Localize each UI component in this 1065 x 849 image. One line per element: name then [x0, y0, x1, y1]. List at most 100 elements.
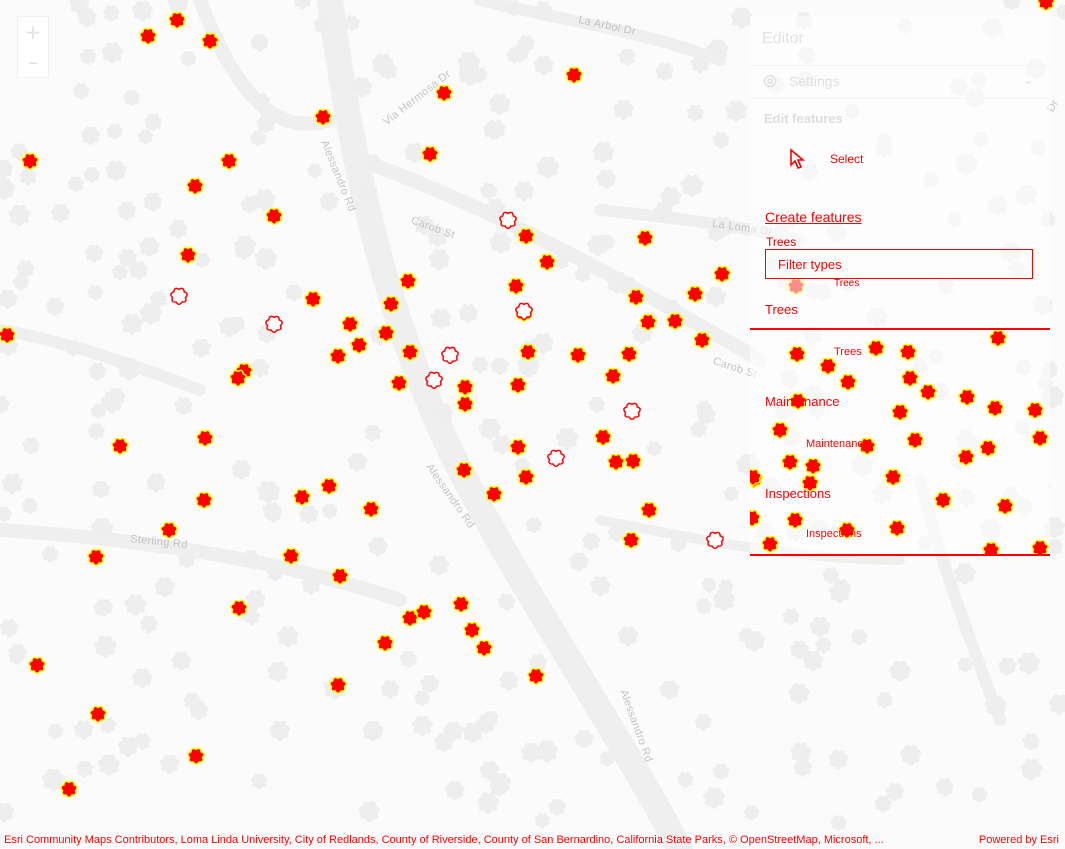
tree-symbol-icon[interactable]: [786, 343, 808, 365]
tree-symbol-icon[interactable]: [618, 343, 640, 365]
tree-symbol-icon[interactable]: [759, 533, 781, 555]
tree-symbol-icon[interactable]: [525, 665, 547, 687]
attribution-text[interactable]: Esri Community Maps Contributors, Loma L…: [4, 831, 964, 849]
tree-symbol-icon[interactable]: [1024, 399, 1046, 421]
filter-types-input[interactable]: [765, 249, 1033, 279]
tree-symbol-icon[interactable]: [637, 311, 659, 333]
tree-symbol-icon[interactable]: [889, 401, 911, 423]
tree-symbol-icon[interactable]: [1029, 537, 1050, 556]
tree-symbol-icon[interactable]: [263, 205, 285, 227]
select-button[interactable]: Select: [766, 140, 1048, 180]
tree-symbol-icon[interactable]: [932, 489, 954, 511]
tree-symbol-icon[interactable]: [977, 437, 999, 459]
tree-symbol-icon[interactable]: [380, 293, 402, 315]
tree-symbol-icon[interactable]: [980, 539, 1002, 556]
tree-symbol-icon[interactable]: [19, 150, 41, 172]
tree-symbol-icon[interactable]: [199, 30, 221, 52]
tree-symbol-icon[interactable]: [691, 329, 713, 351]
tree-symbol-icon[interactable]: [917, 381, 939, 403]
tree-symbol-icon[interactable]: [419, 143, 441, 165]
tree-symbol-icon[interactable]: [750, 466, 764, 488]
tree-symbol-icon[interactable]: [194, 427, 216, 449]
tree-symbol-icon[interactable]: [592, 426, 614, 448]
tree-symbol-icon[interactable]: [280, 545, 302, 567]
tree-symbol-icon[interactable]: [453, 459, 475, 481]
tree-symbol-icon[interactable]: [507, 436, 529, 458]
tree-symbol-icon[interactable]: [634, 227, 656, 249]
tree-symbol-icon[interactable]: [184, 175, 206, 197]
powered-by-esri[interactable]: Powered by Esri: [979, 831, 1059, 849]
tree-symbol-icon[interactable]: [515, 466, 537, 488]
tree-symbol-icon[interactable]: [312, 106, 334, 128]
tree-symbol-icon[interactable]: [497, 209, 519, 231]
tree-symbol-icon[interactable]: [263, 313, 285, 335]
tree-symbol-icon[interactable]: [327, 345, 349, 367]
tree-symbol-icon[interactable]: [26, 654, 48, 676]
tree-symbol-icon[interactable]: [228, 597, 250, 619]
template-item-inspections[interactable]: Inspections: [806, 528, 862, 540]
tree-symbol-icon[interactable]: [168, 285, 190, 307]
tree-symbol-icon[interactable]: [227, 367, 249, 389]
tree-symbol-icon[interactable]: [433, 82, 455, 104]
tree-symbol-icon[interactable]: [399, 341, 421, 363]
tree-symbol-icon[interactable]: [622, 450, 644, 472]
tree-symbol-icon[interactable]: [439, 344, 461, 366]
zoom-out-button[interactable]: –: [18, 47, 48, 77]
tree-symbol-icon[interactable]: [886, 517, 908, 539]
tree-symbol-icon[interactable]: [193, 489, 215, 511]
tree-symbol-icon[interactable]: [517, 341, 539, 363]
tree-symbol-icon[interactable]: [602, 365, 624, 387]
tree-symbol-icon[interactable]: [567, 344, 589, 366]
tree-symbol-icon[interactable]: [1047, 477, 1050, 499]
tree-symbol-icon[interactable]: [109, 435, 131, 457]
tree-symbol-icon[interactable]: [360, 498, 382, 520]
tree-symbol-icon[interactable]: [779, 451, 801, 473]
tree-symbol-icon[interactable]: [483, 483, 505, 505]
tree-symbol-icon[interactable]: [563, 64, 585, 86]
tree-symbol-icon[interactable]: [987, 328, 1009, 349]
tree-symbol-icon[interactable]: [218, 150, 240, 172]
tree-symbol-icon[interactable]: [505, 275, 527, 297]
tree-symbol-icon[interactable]: [177, 244, 199, 266]
tree-symbol-icon[interactable]: [302, 288, 324, 310]
tree-symbol-icon[interactable]: [327, 674, 349, 696]
tree-symbol-icon[interactable]: [664, 310, 686, 332]
template-item-maintenance[interactable]: Maintenance: [806, 438, 869, 450]
settings-expander[interactable]: Settings ⌄: [750, 65, 1050, 99]
tree-symbol-icon[interactable]: [638, 499, 660, 521]
tree-symbol-icon[interactable]: [374, 632, 396, 654]
tree-symbol-icon[interactable]: [904, 429, 926, 451]
tree-symbol-icon[interactable]: [882, 466, 904, 488]
tree-symbol-icon[interactable]: [473, 637, 495, 659]
tree-symbol-icon[interactable]: [318, 475, 340, 497]
tree-symbol-icon[interactable]: [750, 507, 763, 529]
tree-symbol-icon[interactable]: [817, 355, 839, 377]
tree-symbol-icon[interactable]: [291, 486, 313, 508]
tree-symbol-icon[interactable]: [507, 374, 529, 396]
tree-symbol-icon[interactable]: [348, 334, 370, 356]
tree-symbol-icon[interactable]: [388, 372, 410, 394]
tree-symbol-icon[interactable]: [784, 509, 806, 531]
tree-symbol-icon[interactable]: [897, 341, 919, 363]
tree-symbol-icon[interactable]: [711, 263, 733, 285]
tree-symbol-icon[interactable]: [621, 400, 643, 422]
tree-symbol-icon[interactable]: [684, 283, 706, 305]
tree-symbol-icon[interactable]: [994, 495, 1016, 517]
tree-symbol-icon[interactable]: [339, 313, 361, 335]
tree-symbol-icon[interactable]: [1035, 0, 1057, 13]
tree-symbol-icon[interactable]: [87, 703, 109, 725]
tree-symbol-icon[interactable]: [536, 251, 558, 273]
tree-symbol-icon[interactable]: [329, 565, 351, 587]
tree-symbol-icon[interactable]: [397, 270, 419, 292]
tree-symbol-icon[interactable]: [166, 9, 188, 31]
tree-symbol-icon[interactable]: [865, 337, 887, 359]
tree-symbol-icon[interactable]: [625, 286, 647, 308]
tree-symbol-icon[interactable]: [85, 546, 107, 568]
tree-symbol-icon[interactable]: [513, 300, 535, 322]
tree-symbol-icon[interactable]: [413, 601, 435, 623]
tree-symbol-icon[interactable]: [58, 778, 80, 800]
tree-symbol-icon[interactable]: [454, 393, 476, 415]
tree-symbol-icon[interactable]: [185, 745, 207, 767]
tree-symbol-icon[interactable]: [837, 371, 859, 393]
tree-symbol-icon[interactable]: [955, 446, 977, 468]
